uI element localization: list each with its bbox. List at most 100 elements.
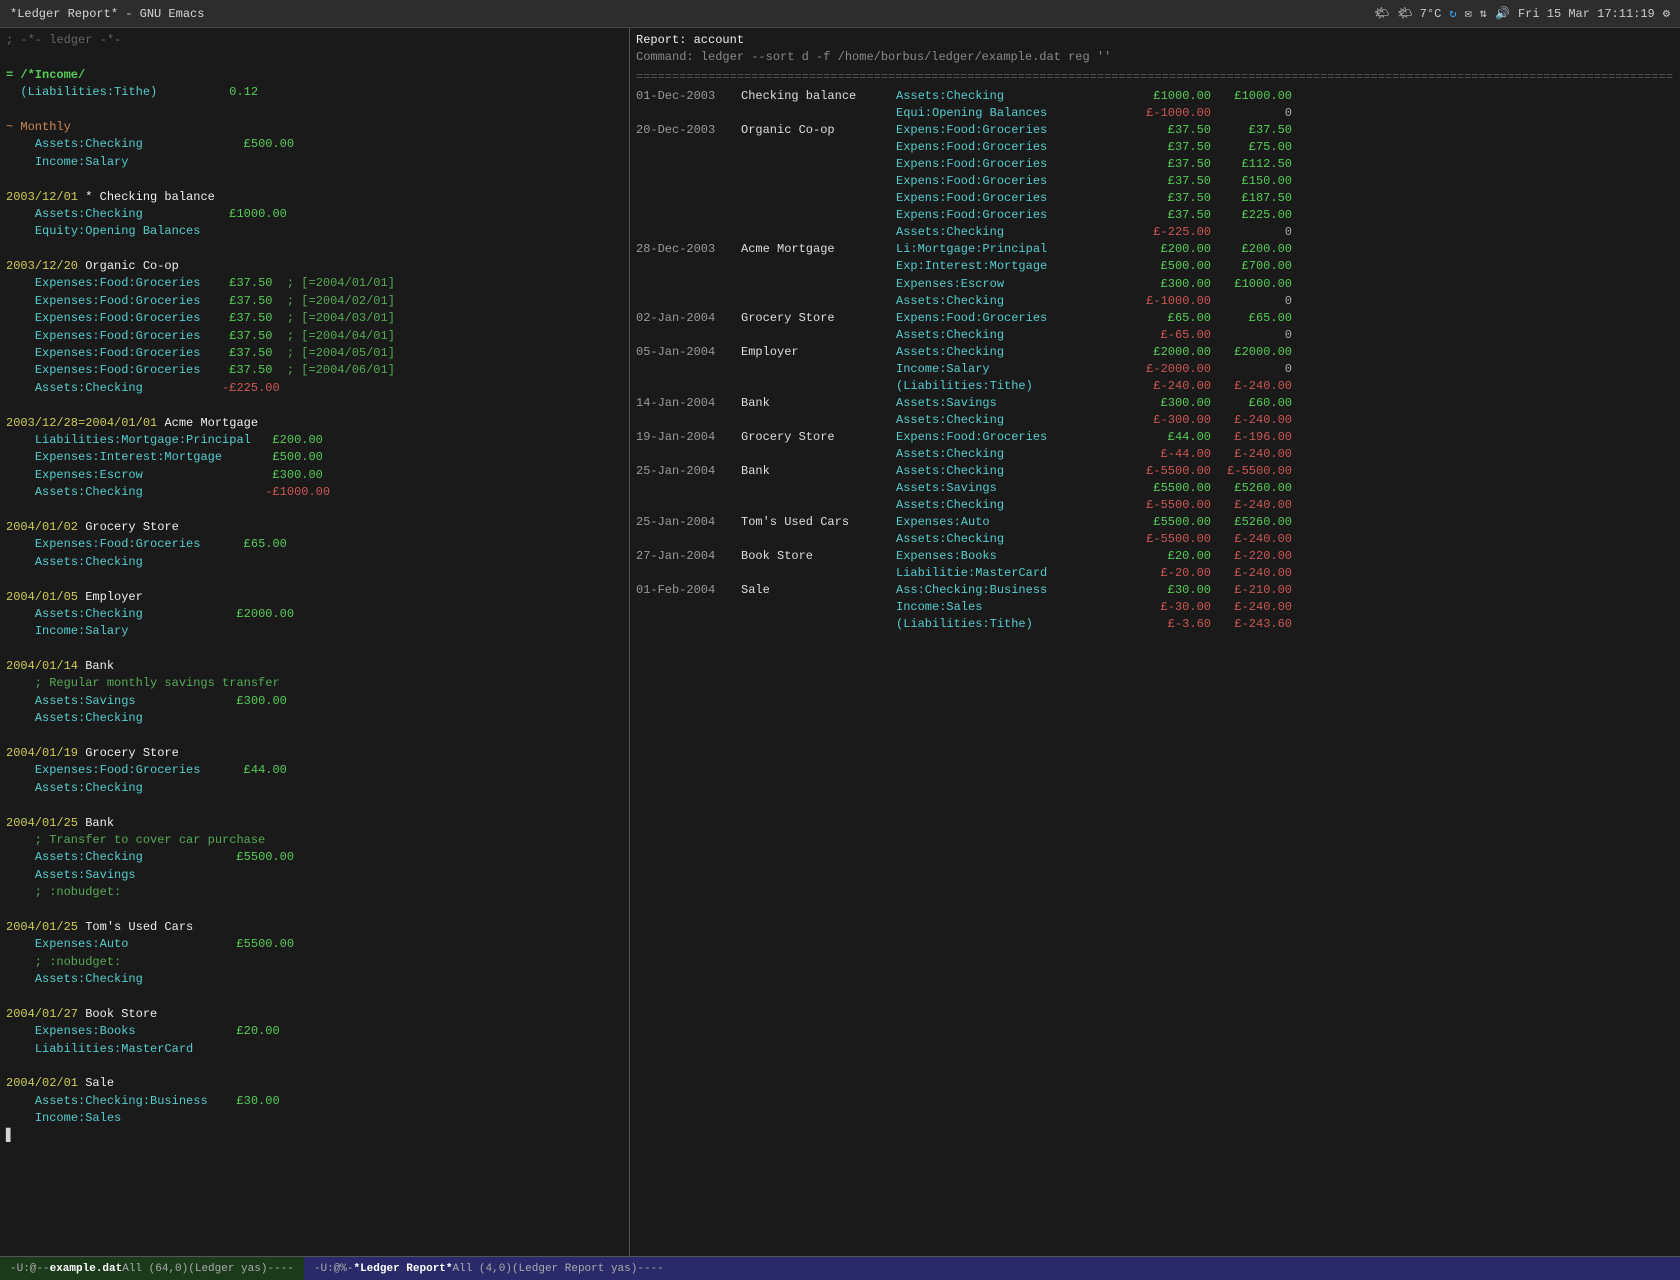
txn-8-e2: Assets:Savings [6, 867, 623, 884]
blank-line-3 [6, 171, 623, 188]
txn-7-header: 2004/01/19 Grocery Store [6, 745, 623, 762]
report-row: Assets:Checking£-5500.00£-240.00 [636, 531, 1674, 548]
report-row: 25-Jan-2004Tom's Used CarsExpenses:Auto£… [636, 514, 1674, 531]
report-row: Assets:Savings£5500.00£5260.00 [636, 480, 1674, 497]
txn-6-e2: Assets:Checking [6, 710, 623, 727]
report-row: 25-Jan-2004BankAssets:Checking£-5500.00£… [636, 463, 1674, 480]
report-row: Liabilitie:MasterCard£-20.00£-240.00 [636, 565, 1674, 582]
report-row: Assets:Checking£-5500.00£-240.00 [636, 497, 1674, 514]
report-row: Assets:Checking£-44.00£-240.00 [636, 446, 1674, 463]
report-row: Assets:Checking£-300.00£-240.00 [636, 412, 1674, 429]
volume-icon: 🔊 [1495, 6, 1510, 21]
txn-1-e1: Assets:Checking £1000.00 [6, 206, 623, 223]
txn-9-e2: Assets:Checking [6, 971, 623, 988]
txn-4-header: 2004/01/02 Grocery Store [6, 519, 623, 536]
status-bar: -U:@-- example.dat All (64,0) (Ledger ya… [0, 1256, 1680, 1280]
report-row: 05-Jan-2004EmployerAssets:Checking£2000.… [636, 344, 1674, 361]
report-row: (Liabilities:Tithe)£-3.60£-243.60 [636, 616, 1674, 633]
txn-2-e4: Expenses:Food:Groceries £37.50 ; [=2004/… [6, 328, 623, 345]
report-row: Equi:Opening Balances£-1000.000 [636, 105, 1674, 122]
txn-7-e1: Expenses:Food:Groceries £44.00 [6, 762, 623, 779]
txn-10-e1: Expenses:Books £20.00 [6, 1023, 623, 1040]
txn-4-e1: Expenses:Food:Groceries £65.00 [6, 536, 623, 553]
blank-10 [6, 797, 623, 814]
status-right-mode2: (Ledger Report yas)---- [512, 1263, 664, 1275]
status-left-info: All (64,0) [122, 1263, 188, 1275]
txn-2-e3: Expenses:Food:Groceries £37.50 ; [=2004/… [6, 310, 623, 327]
txn-2-e2: Expenses:Food:Groceries £37.50 ; [=2004/… [6, 293, 623, 310]
report-row: Expenses:Escrow£300.00£1000.00 [636, 276, 1674, 293]
right-pane[interactable]: Report: account Command: ledger --sort d… [630, 28, 1680, 1256]
title-bar: *Ledger Report* - GNU Emacs 🌤 🌤 7°C ↻ ✉ … [0, 0, 1680, 28]
txn-3-e3: Expenses:Escrow £300.00 [6, 467, 623, 484]
status-left-mode2: (Ledger yas)---- [188, 1263, 294, 1275]
report-row: 28-Dec-2003Acme MortgageLi:Mortgage:Prin… [636, 241, 1674, 258]
txn-11-e2: Income:Sales [6, 1110, 623, 1127]
txn-11-e1: Assets:Checking:Business £30.00 [6, 1093, 623, 1110]
txn-10-e2: Liabilities:MasterCard [6, 1041, 623, 1058]
report-row: 01-Feb-2004SaleAss:Checking:Business£30.… [636, 582, 1674, 599]
report-row: 01-Dec-2003Checking balanceAssets:Checki… [636, 88, 1674, 105]
blank-4 [6, 241, 623, 258]
report-row: Expens:Food:Groceries£37.50£225.00 [636, 207, 1674, 224]
report-command: Command: ledger --sort d -f /home/borbus… [636, 49, 1674, 66]
txn-4-e2: Assets:Checking [6, 554, 623, 571]
report-row: Income:Sales£-30.00£-240.00 [636, 599, 1674, 616]
blank-6 [6, 502, 623, 519]
txn-6-header: 2004/01/14 Bank [6, 658, 623, 675]
txn-6-e1: Assets:Savings £300.00 [6, 693, 623, 710]
report-row: Expens:Food:Groceries£37.50£75.00 [636, 139, 1674, 156]
txn-1-header: 2003/12/01 * Checking balance [6, 189, 623, 206]
weather-icon: 🌤 [1374, 6, 1389, 21]
txn-1-e2: Equity:Opening Balances [6, 223, 623, 240]
status-right: -U:@%- *Ledger Report* All (4,0) (Ledger… [304, 1257, 1680, 1280]
txn-2-header: 2003/12/20 Organic Co-op [6, 258, 623, 275]
report-row: (Liabilities:Tithe)£-240.00£-240.00 [636, 378, 1674, 395]
blank-line-1 [6, 49, 623, 66]
txn-5-e1: Assets:Checking £2000.00 [6, 606, 623, 623]
report-row: Assets:Checking£-65.000 [636, 327, 1674, 344]
txn-11-header: 2004/02/01 Sale [6, 1075, 623, 1092]
blank-7 [6, 571, 623, 588]
blank-8 [6, 641, 623, 658]
window-title: *Ledger Report* - GNU Emacs [10, 7, 204, 21]
status-left: -U:@-- example.dat All (64,0) (Ledger ya… [0, 1257, 304, 1280]
txn-7-e2: Assets:Checking [6, 780, 623, 797]
status-right-info: All (4,0) [453, 1263, 512, 1275]
report-row: 19-Jan-2004Grocery StoreExpens:Food:Groc… [636, 429, 1674, 446]
txn-5-header: 2004/01/05 Employer [6, 589, 623, 606]
report-row: Expens:Food:Groceries£37.50£150.00 [636, 173, 1674, 190]
report-table: 01-Dec-2003Checking balanceAssets:Checki… [636, 88, 1674, 633]
report-row: Income:Salary£-2000.000 [636, 361, 1674, 378]
report-row: Assets:Checking£-1000.000 [636, 293, 1674, 310]
txn-3-e2: Expenses:Interest:Mortgage £500.00 [6, 449, 623, 466]
report-row: 20-Dec-2003Organic Co-opExpens:Food:Groc… [636, 122, 1674, 139]
left-pane[interactable]: ; -*- ledger -*- = /*Income/ (Liabilitie… [0, 28, 630, 1256]
txn-3-e1: Liabilities:Mortgage:Principal £200.00 [6, 432, 623, 449]
txn-9-tag: ; :nobudget: [6, 954, 623, 971]
report-row: Expens:Food:Groceries£37.50£187.50 [636, 190, 1674, 207]
txn-3-e4: Assets:Checking -£1000.00 [6, 484, 623, 501]
txn-10-header: 2004/01/27 Book Store [6, 1006, 623, 1023]
txn-2-e5: Expenses:Food:Groceries £37.50 ; [=2004/… [6, 345, 623, 362]
blank-11 [6, 902, 623, 919]
income-rule: = /*Income/ [6, 67, 623, 84]
report-divider: ========================================… [636, 69, 1674, 86]
cursor-line: ▋ [6, 1128, 623, 1145]
report-row: 02-Jan-2004Grocery StoreExpens:Food:Groc… [636, 310, 1674, 327]
report-label: Report: account [636, 32, 1674, 49]
txn-8-header: 2004/01/25 Bank [6, 815, 623, 832]
salary-entry: Income:Salary [6, 154, 623, 171]
status-left-file: example.dat [50, 1263, 123, 1275]
report-row: Expens:Food:Groceries£37.50£112.50 [636, 156, 1674, 173]
blank-5 [6, 397, 623, 414]
txn-8-tag: ; :nobudget: [6, 884, 623, 901]
blank-13 [6, 1058, 623, 1075]
checking-entry: Assets:Checking £500.00 [6, 136, 623, 153]
txn-2-e6: Expenses:Food:Groceries £37.50 ; [=2004/… [6, 362, 623, 379]
mail-icon: ✉ [1465, 6, 1472, 21]
report-row: Exp:Interest:Mortgage£500.00£700.00 [636, 258, 1674, 275]
title-bar-right: 🌤 🌤 7°C ↻ ✉ ⇅ 🔊 Fri 15 Mar 17:11:19 ⚙ [1374, 6, 1670, 21]
txn-6-comment: ; Regular monthly savings transfer [6, 675, 623, 692]
settings-icon[interactable]: ⚙ [1663, 6, 1670, 21]
